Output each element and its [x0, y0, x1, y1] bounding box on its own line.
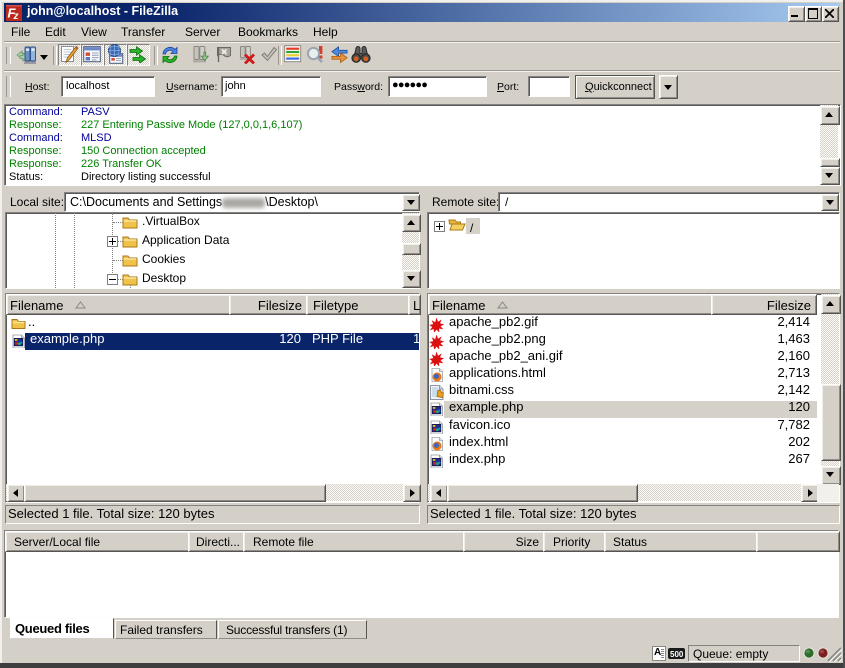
svg-text:z: z	[13, 11, 19, 21]
